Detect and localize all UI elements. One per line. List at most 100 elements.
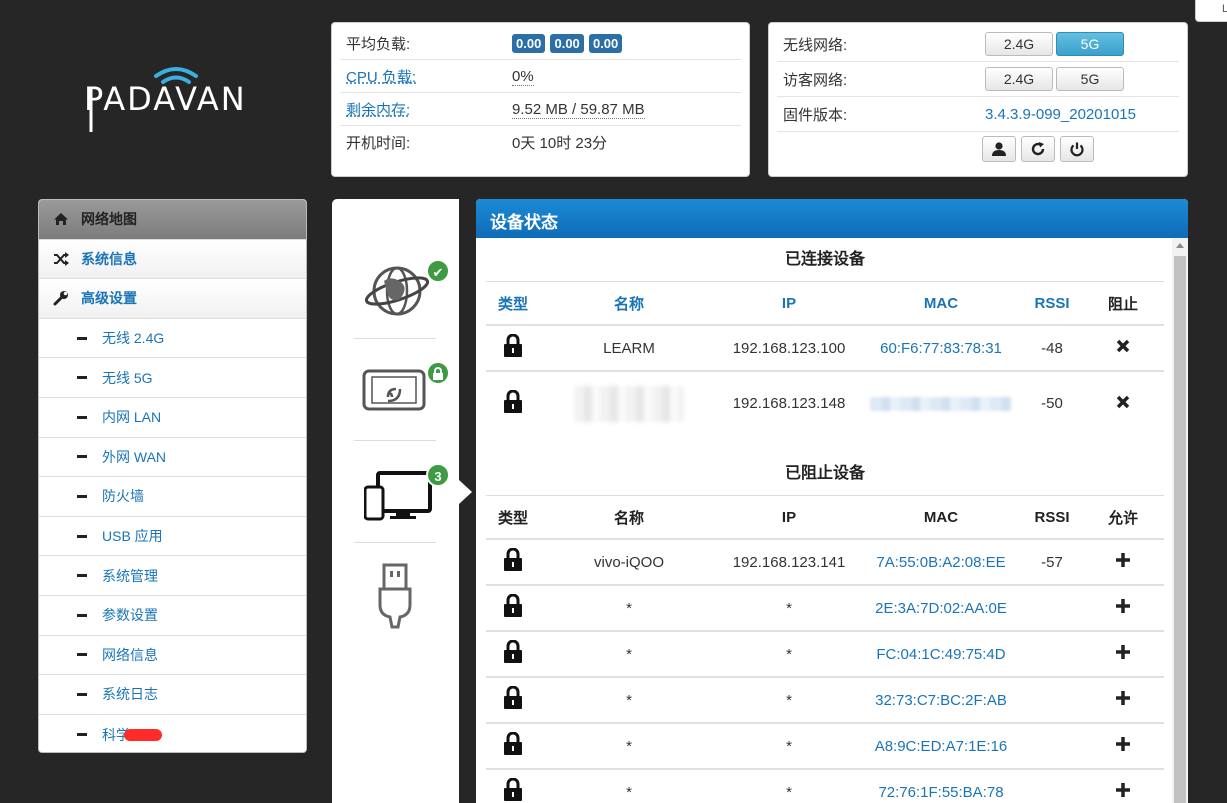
column-header: 允许 bbox=[1107, 509, 1138, 527]
sidebar-item-label: USB 应用 bbox=[102, 528, 163, 545]
column-header[interactable]: MAC bbox=[860, 282, 1022, 325]
tab-clients[interactable]: 3 bbox=[354, 443, 450, 543]
sidebar-item-label: 系统日志 bbox=[102, 686, 158, 703]
sidebar-item-wan[interactable]: 外网 WAN bbox=[39, 437, 306, 478]
allow-button[interactable] bbox=[1082, 677, 1164, 724]
wifi-label: 无线网络: bbox=[783, 36, 848, 54]
memory-row: 剩余内存: 9.52 MB / 59.87 MB bbox=[340, 93, 741, 126]
lock-icon bbox=[504, 685, 522, 709]
device-ip: 192.168.123.100 bbox=[718, 325, 860, 372]
system-info-panel: 平均负载: 0.00 0.00 0.00 CPU 负载: 0% 剩余内存: 9.… bbox=[331, 22, 750, 177]
sidebar-item-advanced[interactable]: 高级设置 bbox=[39, 279, 306, 319]
block-button[interactable] bbox=[1082, 371, 1164, 435]
scroll-up-arrow-icon[interactable] bbox=[1176, 243, 1184, 248]
sidebar-item-usb[interactable]: USB 应用 bbox=[39, 516, 306, 557]
device-ip: * bbox=[718, 677, 860, 724]
sidebar-item-params[interactable]: 参数设置 bbox=[39, 595, 306, 636]
sidebar-item-label: 网络信息 bbox=[102, 646, 158, 663]
corner-tab[interactable]: L bbox=[1195, 0, 1227, 22]
allow-button[interactable] bbox=[1082, 631, 1164, 678]
tab-internet[interactable]: ✔ bbox=[354, 239, 450, 339]
load-values: 0.00 0.00 0.00 bbox=[512, 33, 741, 53]
memory-value: 9.52 MB / 59.87 MB bbox=[512, 100, 645, 119]
lock-icon bbox=[504, 777, 522, 801]
power-button[interactable] bbox=[1060, 136, 1094, 162]
scroll-thumb[interactable] bbox=[1174, 256, 1186, 803]
blocked-devices-table: 类型 名称 IP MAC RSSI 允许 vivo-iQOO 192.168.12… bbox=[486, 496, 1164, 803]
connected-devices-table: 类型 名称 IP MAC RSSI 阻止 LEARM 192.168.123.1… bbox=[486, 282, 1164, 435]
sidebar-item-lan[interactable]: 内网 LAN bbox=[39, 397, 306, 438]
plus-icon bbox=[1116, 737, 1130, 751]
lock-badge bbox=[426, 361, 450, 385]
sidebar-item-wireless-5g[interactable]: 无线 5G bbox=[39, 358, 306, 398]
guest-5g-button[interactable]: 5G bbox=[1056, 67, 1124, 91]
device-rssi bbox=[1022, 677, 1082, 724]
device-name: LEARM bbox=[540, 325, 718, 372]
power-icon bbox=[1070, 142, 1084, 157]
wifi-5g-button[interactable]: 5G bbox=[1056, 32, 1124, 56]
uptime-value: 0天 10时 23分 bbox=[512, 135, 608, 152]
firmware-version-link[interactable]: 3.4.3.9-099_20201015 bbox=[985, 106, 1136, 123]
dash-icon bbox=[77, 494, 87, 498]
uptime-row: 开机时间: 0天 10时 23分 bbox=[340, 126, 741, 159]
plus-icon bbox=[1116, 783, 1130, 797]
device-mac[interactable]: 32:73:C7:BC:2F:AB bbox=[860, 677, 1022, 724]
memory-link[interactable]: 剩余内存: bbox=[340, 99, 512, 120]
device-ip: 192.168.123.141 bbox=[718, 539, 860, 586]
scrollbar[interactable] bbox=[1172, 238, 1188, 803]
device-mac[interactable]: 60:F6:77:83:78:31 bbox=[860, 325, 1022, 372]
device-mac[interactable]: FC:04:1C:49:75:4D bbox=[860, 631, 1022, 678]
column-header[interactable]: 类型 bbox=[486, 282, 540, 325]
device-ip: * bbox=[718, 631, 860, 678]
guest-24g-button[interactable]: 2.4G bbox=[985, 67, 1053, 91]
device-mac[interactable]: 2E:3A:7D:02:AA:0E bbox=[860, 585, 1022, 632]
load-row: 平均负载: 0.00 0.00 0.00 bbox=[340, 27, 741, 60]
tab-usb[interactable] bbox=[354, 545, 436, 645]
lock-icon bbox=[504, 547, 522, 571]
tab-wireless[interactable] bbox=[354, 341, 450, 441]
column-header: 阻止 bbox=[1107, 295, 1138, 313]
allow-button[interactable] bbox=[1082, 769, 1164, 803]
sidebar-item-wireless-24g[interactable]: 无线 2.4G bbox=[39, 318, 306, 359]
column-header[interactable]: 名称 bbox=[540, 282, 718, 325]
dash-icon bbox=[77, 733, 87, 737]
device-mac[interactable]: A8:9C:ED:A7:1E:16 bbox=[860, 723, 1022, 770]
globe-icon bbox=[364, 266, 430, 316]
column-header[interactable]: RSSI bbox=[1022, 282, 1082, 325]
sidebar-item-network-map[interactable]: 网络地图 bbox=[39, 200, 306, 240]
sidebar-item-syslog[interactable]: 系统日志 bbox=[39, 675, 306, 715]
plus-icon bbox=[1116, 645, 1130, 659]
dash-icon bbox=[77, 534, 87, 538]
device-rssi bbox=[1022, 769, 1082, 803]
load-label: 平均负载: bbox=[346, 35, 411, 53]
device-mac[interactable]: 7A:55:0B:A2:08:EE bbox=[860, 539, 1022, 586]
wifi-24g-button[interactable]: 2.4G bbox=[985, 32, 1053, 56]
user-button[interactable] bbox=[982, 136, 1016, 162]
sidebar-item-firewall[interactable]: 防火墙 bbox=[39, 477, 306, 517]
uptime-label: 开机时间: bbox=[346, 135, 411, 152]
sidebar-item-network-info[interactable]: 网络信息 bbox=[39, 635, 306, 676]
cpu-link[interactable]: CPU 负载: bbox=[340, 66, 512, 87]
sidebar-item-admin[interactable]: 系统管理 bbox=[39, 556, 306, 596]
sidebar-item-label: 外网 WAN bbox=[102, 448, 167, 465]
reboot-button[interactable] bbox=[1021, 136, 1055, 162]
column-header: MAC bbox=[923, 508, 959, 526]
dash-icon bbox=[77, 574, 87, 578]
device-rssi bbox=[1022, 631, 1082, 678]
allow-button[interactable] bbox=[1082, 585, 1164, 632]
allow-button[interactable] bbox=[1082, 723, 1164, 770]
device-mac[interactable]: 72:76:1F:55:BA:78 bbox=[860, 769, 1022, 803]
table-row: * * A8:9C:ED:A7:1E:16 bbox=[486, 723, 1164, 770]
column-header[interactable]: IP bbox=[718, 282, 860, 325]
block-button[interactable] bbox=[1082, 325, 1164, 372]
wifi-row: 无线网络: 2.4G 5G bbox=[777, 27, 1179, 62]
table-row: * * 32:73:C7:BC:2F:AB bbox=[486, 677, 1164, 724]
sidebar-item-science[interactable]: 科学 bbox=[39, 714, 306, 752]
table-row: * * FC:04:1C:49:75:4D bbox=[486, 631, 1164, 678]
lock-icon bbox=[433, 367, 443, 380]
sidebar-item-label: 无线 5G bbox=[102, 369, 153, 386]
plus-icon bbox=[1116, 553, 1130, 567]
sidebar-item-system-info[interactable]: 系统信息 bbox=[39, 239, 306, 280]
allow-button[interactable] bbox=[1082, 539, 1164, 586]
cpu-value: 0% bbox=[512, 67, 534, 86]
